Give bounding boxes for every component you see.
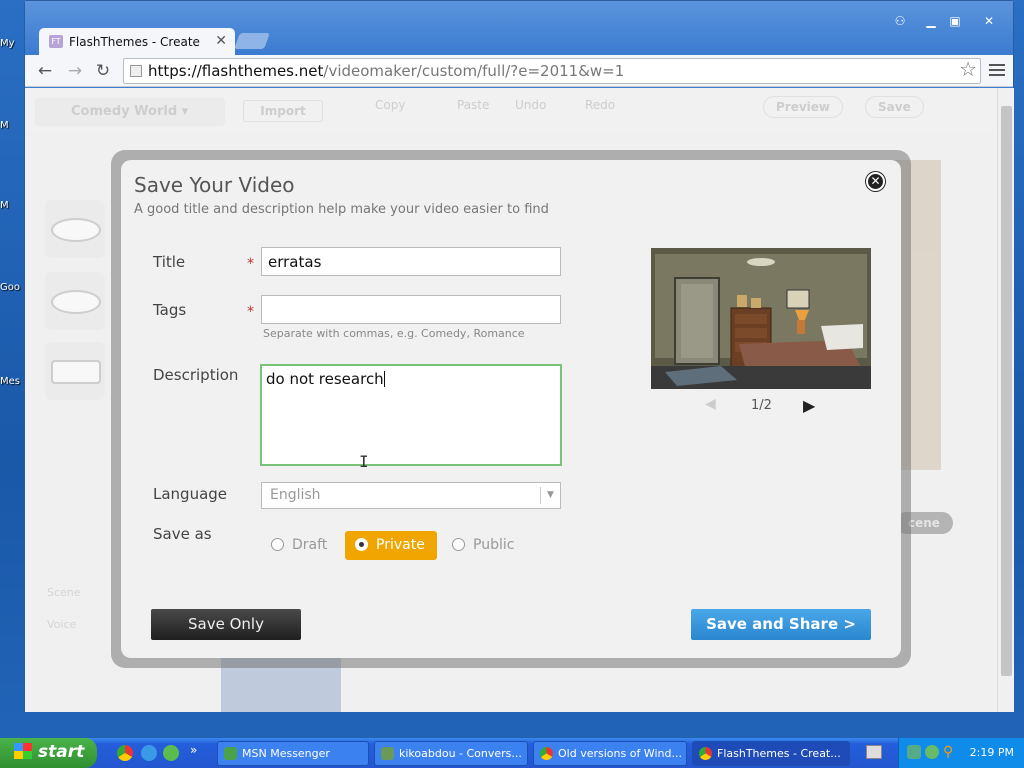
save-video-dialog: Save Your Video A good title and descrip… [121,160,901,658]
browser-titlebar: FT FlashThemes - Create ✕ ⚇ ▁ ▣ ✕ [25,1,1013,55]
dialog-title: Save Your Video [134,173,295,197]
network-icon[interactable] [907,745,921,759]
ie-quicklaunch-icon[interactable] [141,745,157,761]
close-icon[interactable]: ✕ [977,11,1001,31]
radio-circle-icon [271,538,284,551]
prev-arrow-icon[interactable]: ◀ [705,396,716,412]
video-thumbnail [651,248,871,389]
chevron-down-icon: ▼ [540,487,560,504]
scrollbar-thumb[interactable] [1001,106,1012,676]
radio-public[interactable]: Public [452,531,514,560]
language-select[interactable]: English ▼ [261,482,561,509]
task-msn-messenger[interactable]: MSN Messenger [217,741,369,766]
task-old-versions[interactable]: Old versions of Wind... [533,741,687,766]
conversation-icon [381,747,394,760]
language-label: Language [153,485,228,503]
windows-logo-icon [14,743,32,759]
system-tray: ⚲ 2:19 PM [898,738,1024,768]
chrome-quicklaunch-icon[interactable] [117,745,133,761]
save-only-button[interactable]: Save Only [151,609,301,640]
desktop-icon-label[interactable]: M [0,120,26,131]
required-mark: * [247,256,254,272]
tags-label: Tags [153,301,187,319]
text-caret [383,371,385,387]
description-label: Description [153,366,239,384]
chrome-icon [699,747,712,760]
vertical-scrollbar[interactable] [997,88,1014,712]
chrome-menu-icon[interactable] [989,61,1005,79]
tags-hint: Separate with commas, e.g. Comedy, Roman… [263,327,525,340]
task-label: FlashThemes - Creat... [717,747,841,760]
browser-tab[interactable]: FT FlashThemes - Create ✕ [39,28,235,55]
back-icon[interactable]: ← [33,59,57,83]
bookmark-star-icon[interactable]: ☆ [959,57,977,81]
minimize-icon[interactable]: ▁ [919,11,943,31]
description-textarea[interactable]: do not research [260,364,562,466]
url-host: https://flashthemes.net [148,62,324,80]
task-flashthemes[interactable]: FlashThemes - Creat... [692,741,850,766]
start-label: start [38,742,85,762]
text-cursor-icon: I [359,452,369,471]
page-content: Comedy World ▾ Import Copy Paste Undo Re… [25,88,997,712]
tags-input[interactable] [261,295,561,324]
clock: 2:19 PM [969,746,1014,759]
tab-close-icon[interactable]: ✕ [215,33,227,49]
language-value: English [270,487,321,503]
task-label: Old versions of Wind... [558,747,682,760]
task-conversation[interactable]: kikoabdou - Convers... [374,741,528,766]
desktop-icon-label[interactable]: Mes [0,376,26,387]
description-text: do not research [266,370,384,388]
desktop-icon-label[interactable]: My [0,38,26,49]
reload-icon[interactable]: ↻ [91,59,115,83]
forward-icon[interactable]: → [63,59,87,83]
tab-title: FlashThemes - Create [69,35,200,49]
start-button[interactable]: start [0,738,97,768]
radio-private[interactable]: Private [345,531,437,560]
keyboard-icon[interactable] [866,745,882,759]
user-icon[interactable]: ⚇ [888,11,912,31]
chrome-icon [540,747,553,760]
new-tab-button[interactable] [234,33,270,49]
dialog-close-icon[interactable]: ✕ [866,172,885,191]
task-label: kikoabdou - Convers... [399,747,522,760]
task-label: MSN Messenger [242,747,330,760]
required-mark: * [247,304,254,320]
dialog-subtitle: A good title and description help make y… [134,202,549,217]
url-path: /videomaker/custom/full/?e=2011&w=1 [323,62,625,80]
radio-private-label: Private [376,537,425,553]
browser-toolbar: ← → ↻ https://flashthemes.net/videomaker… [25,55,1013,87]
msn-icon [224,747,237,760]
radio-draft[interactable]: Draft [271,531,327,560]
address-bar[interactable]: https://flashthemes.net/videomaker/custo… [123,58,981,84]
browser-window: FT FlashThemes - Create ✕ ⚇ ▁ ▣ ✕ ← → ↻ … [24,0,1014,712]
save-and-share-button[interactable]: Save and Share > [691,609,871,640]
page-icon [130,65,142,77]
radio-public-label: Public [473,537,515,553]
next-arrow-icon[interactable]: ▶ [803,396,815,415]
pager-count: 1/2 [751,398,772,413]
taskbar: start » MSN Messenger kikoabdou - Conver… [0,738,1024,768]
messenger-quicklaunch-icon[interactable] [163,745,179,761]
thumbnail-pager: ◀ 1/2 ▶ [651,396,871,416]
chevron-more-icon[interactable]: » [190,743,197,757]
save-as-label: Save as [153,525,212,543]
radio-draft-label: Draft [292,537,328,553]
search-icon[interactable]: ⚲ [943,744,953,760]
title-input[interactable] [261,247,561,276]
radio-selected-icon [355,538,368,551]
title-label: Title [153,253,186,271]
desktop-icon-label[interactable]: M [0,200,26,211]
radio-circle-icon [452,538,465,551]
messenger-tray-icon[interactable] [925,745,939,759]
maximize-icon[interactable]: ▣ [943,11,967,31]
favicon-icon: FT [49,35,63,48]
desktop-icon-label[interactable]: Goo [0,282,26,293]
